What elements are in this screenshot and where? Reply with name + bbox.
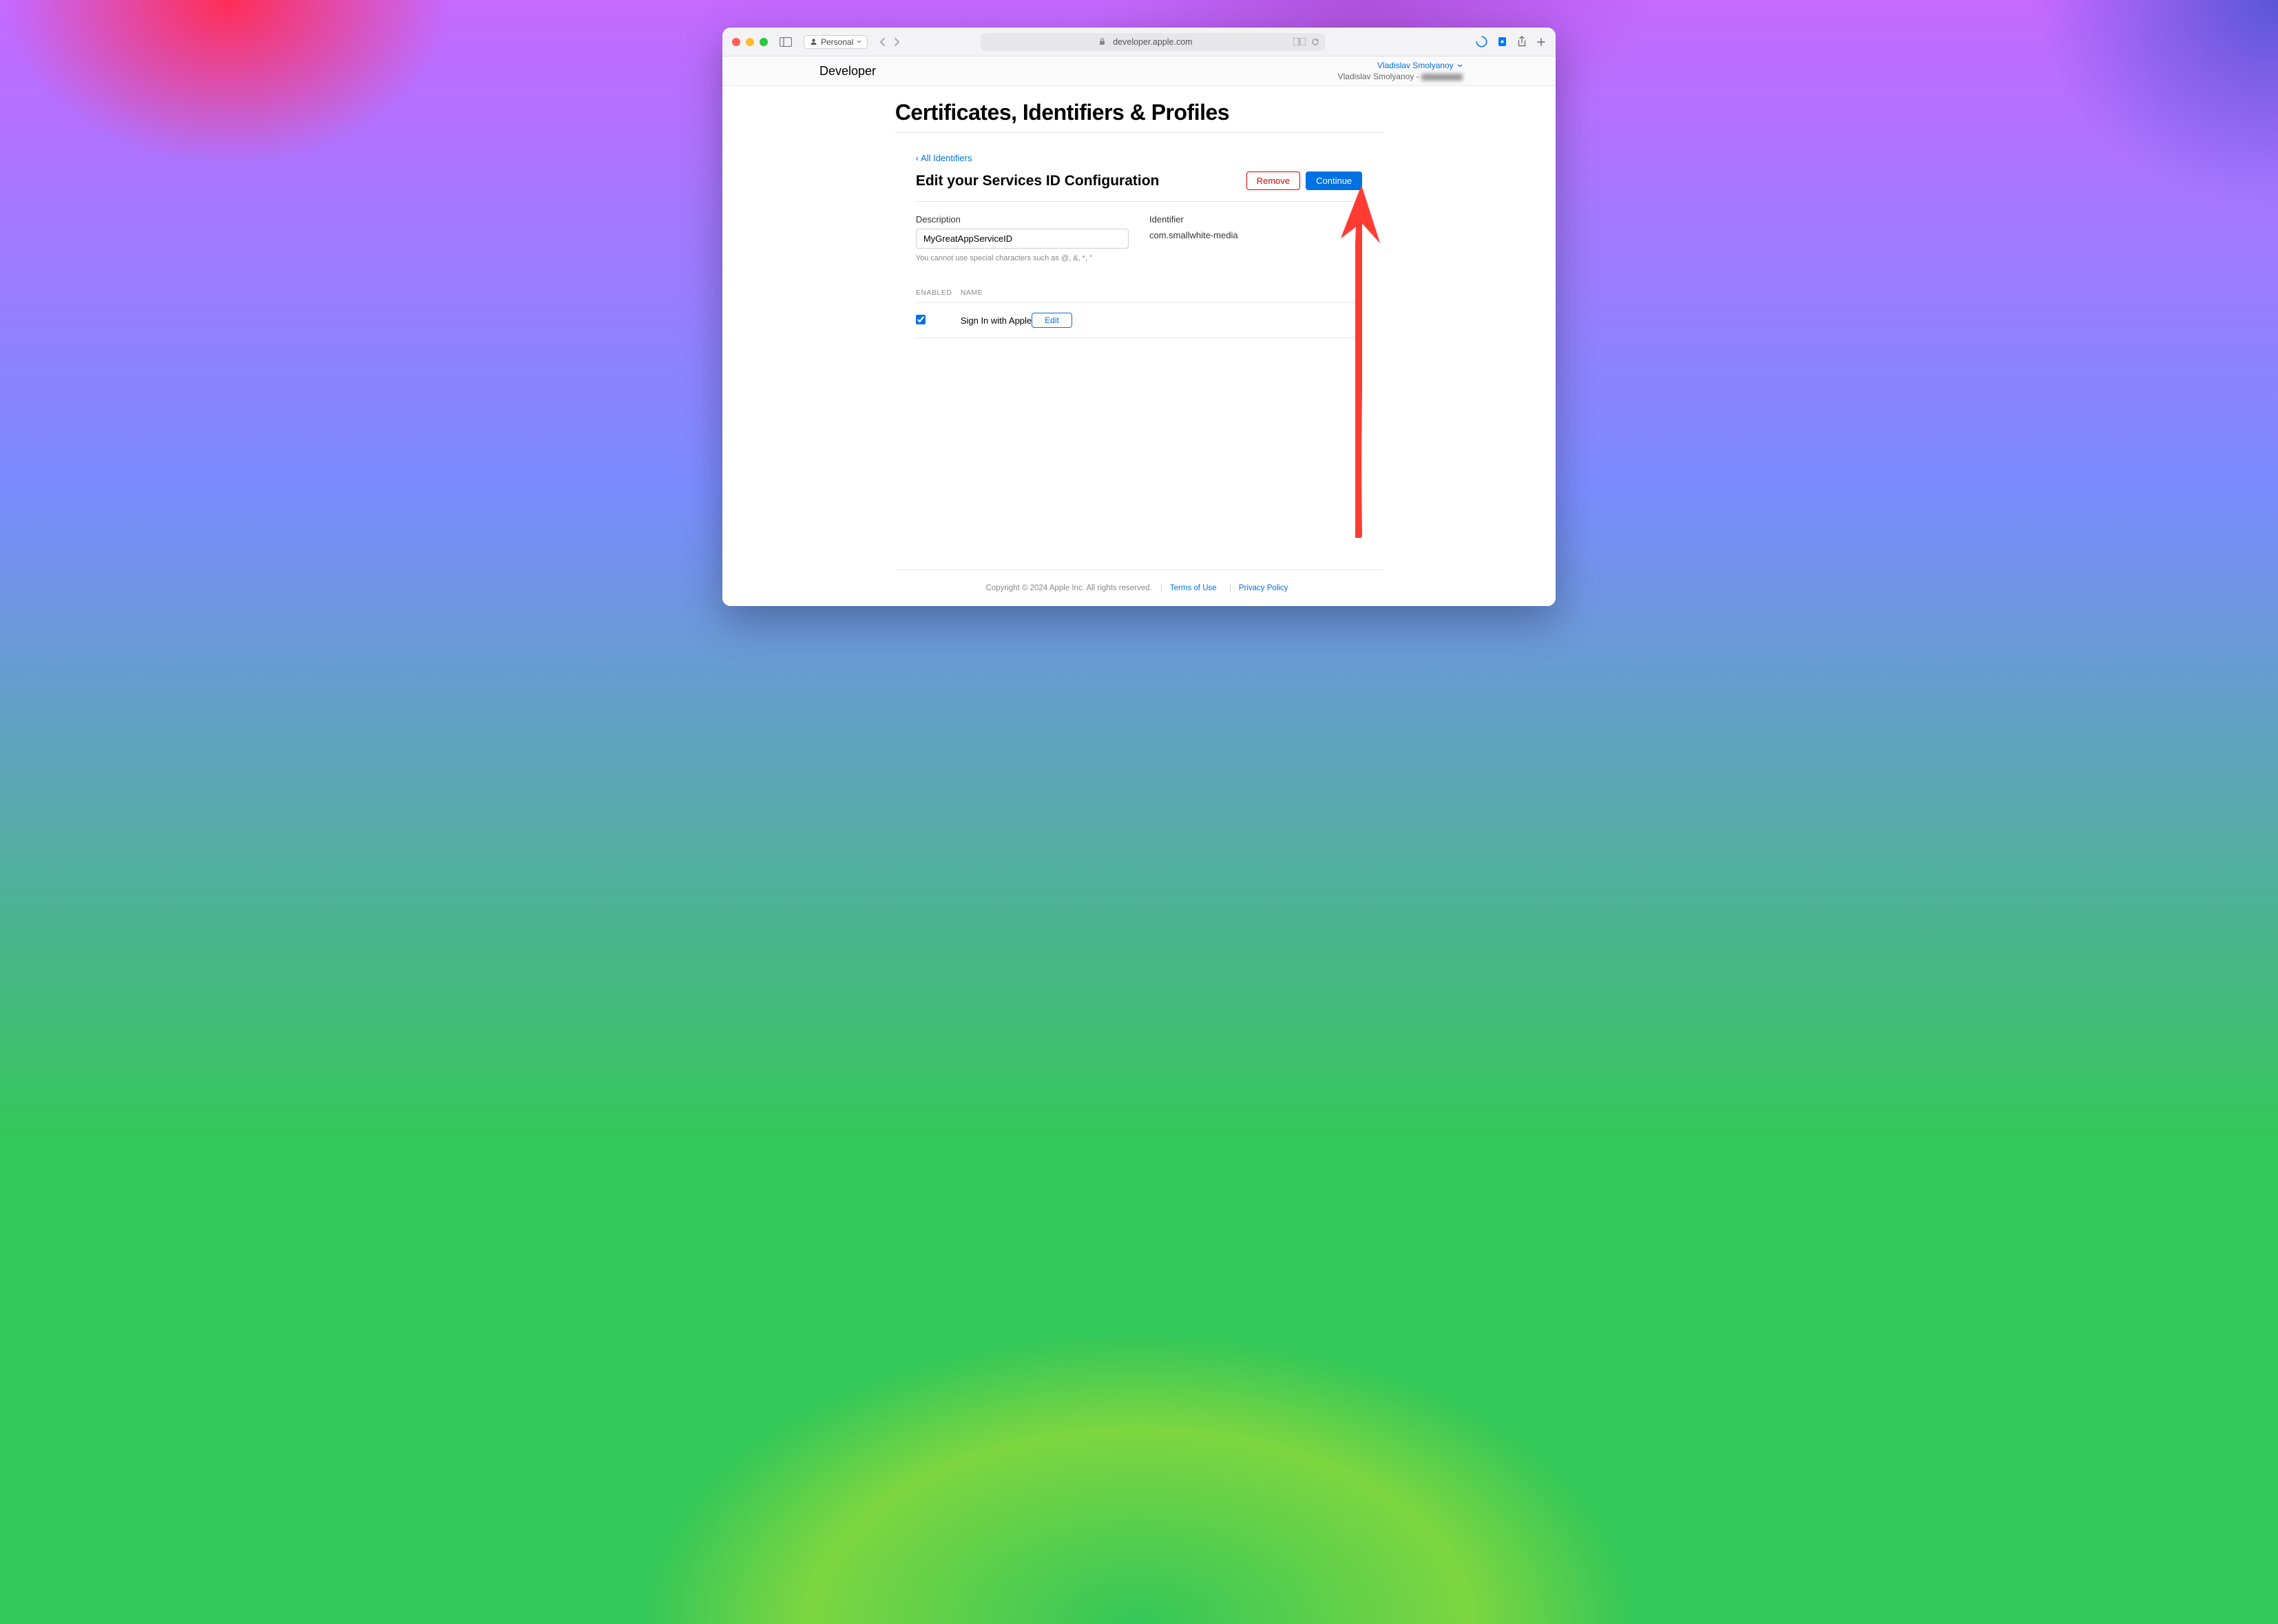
team-id-blurred: [1421, 74, 1463, 81]
capabilities-table: ENABLED NAME Sign In with Apple Edit: [916, 283, 1362, 338]
terms-link[interactable]: Terms of Use: [1170, 584, 1217, 592]
person-icon: [810, 38, 817, 45]
page-footer: Copyright © 2024 Apple Inc. All rights r…: [895, 570, 1383, 606]
description-hint: You cannot use special characters such a…: [916, 254, 1129, 262]
remove-button[interactable]: Remove: [1246, 171, 1300, 190]
profile-label: Personal: [821, 37, 853, 47]
address-text: developer.apple.com: [1113, 37, 1192, 47]
navigation-arrows: [879, 37, 901, 47]
share-icon[interactable]: [1517, 36, 1527, 48]
address-bar[interactable]: developer.apple.com: [981, 33, 1325, 51]
capability-row: Sign In with Apple Edit: [916, 303, 1362, 338]
lock-icon: [1099, 38, 1105, 45]
chevron-down-icon: [857, 40, 861, 43]
identifier-label: Identifier: [1149, 214, 1362, 225]
sidebar-toggle-button[interactable]: [776, 34, 795, 50]
reload-icon[interactable]: [1311, 38, 1319, 46]
capability-name: Sign In with Apple: [961, 315, 1032, 326]
col-name-header: NAME: [961, 289, 1032, 297]
copyright-text: Copyright © 2024 Apple Inc. All rights r…: [986, 584, 1152, 592]
maximize-window-button[interactable]: [760, 38, 768, 46]
description-label: Description: [916, 214, 1129, 225]
developer-brand[interactable]: Developer: [815, 64, 876, 79]
identifier-value: com.smallwhite-media: [1149, 230, 1362, 240]
extension-icon[interactable]: [1497, 37, 1507, 47]
privacy-link[interactable]: Privacy Policy: [1239, 584, 1288, 592]
minimize-window-button[interactable]: [746, 38, 754, 46]
downloads-icon[interactable]: [1476, 36, 1487, 48]
sign-in-with-apple-checkbox[interactable]: [916, 315, 926, 324]
col-enabled-header: ENABLED: [916, 289, 961, 297]
reader-icon[interactable]: [1293, 38, 1306, 46]
brand-text: Developer: [819, 64, 876, 79]
profile-selector[interactable]: Personal: [804, 35, 868, 49]
page-content: Developer Vladislav Smolyanoy Vladislav …: [722, 56, 1556, 606]
all-identifiers-link[interactable]: ‹ All Identifiers: [916, 153, 972, 163]
continue-button[interactable]: Continue: [1306, 171, 1362, 190]
window-controls: [732, 38, 768, 46]
section-title: Edit your Services ID Configuration: [916, 173, 1160, 189]
forward-button[interactable]: [894, 37, 901, 47]
page-title: Certificates, Identifiers & Profiles: [895, 86, 1383, 133]
chevron-down-icon: [1457, 64, 1463, 67]
edit-capability-button[interactable]: Edit: [1032, 313, 1072, 328]
back-button[interactable]: [879, 37, 886, 47]
new-tab-icon[interactable]: [1536, 37, 1546, 47]
account-menu[interactable]: Vladislav Smolyanoy: [1338, 61, 1463, 70]
safari-window: Personal developer.apple.com: [722, 28, 1556, 606]
developer-header: Developer Vladislav Smolyanoy Vladislav …: [722, 56, 1556, 86]
close-window-button[interactable]: [732, 38, 740, 46]
team-label: Vladislav Smolyanoy -: [1338, 72, 1463, 81]
description-input[interactable]: [916, 229, 1129, 249]
browser-toolbar: Personal developer.apple.com: [722, 28, 1556, 56]
